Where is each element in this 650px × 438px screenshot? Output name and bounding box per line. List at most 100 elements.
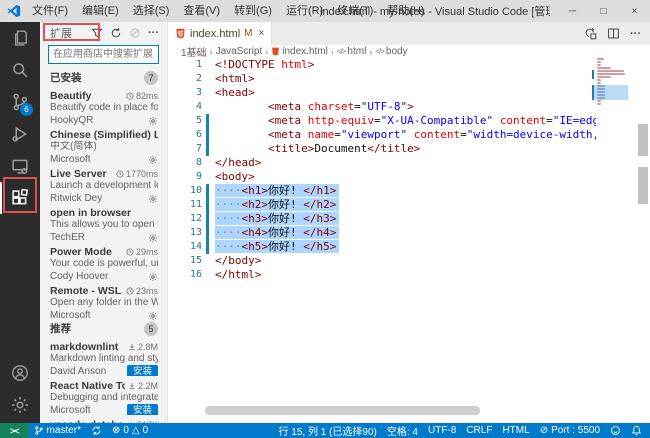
- extension-item[interactable]: Beautify82msBeautify code in place for V…: [40, 86, 167, 125]
- minimap-line: [597, 91, 605, 93]
- source-control-icon[interactable]: 6: [0, 86, 40, 118]
- cursor-position[interactable]: 行 15, 列 1 (已选择90): [274, 423, 382, 438]
- account-icon[interactable]: [0, 357, 40, 389]
- filter-icon[interactable]: [91, 27, 103, 39]
- gutter: [202, 100, 215, 114]
- breadcrumb-separator: ›: [210, 47, 213, 57]
- scrollbar-decoration: [638, 167, 648, 204]
- manage-gear-icon[interactable]: [148, 155, 158, 165]
- encoding[interactable]: UTF-8: [423, 423, 461, 438]
- extensions-sidebar: 扩展 ··· 已安装7Beautify82msBeautify code in …: [40, 22, 168, 423]
- breadcrumb-separator: ›: [331, 47, 334, 57]
- manage-gear-icon[interactable]: [148, 311, 158, 321]
- tab-modified-badge: M: [244, 28, 252, 39]
- git-branch-item[interactable]: master*: [29, 423, 86, 438]
- live-server-port[interactable]: ⊘ Port : 5500: [535, 423, 605, 438]
- install-button[interactable]: 安装: [127, 404, 158, 415]
- extension-name: Beautify: [50, 90, 123, 102]
- refresh-icon[interactable]: [110, 27, 122, 39]
- menu-item-1[interactable]: 编辑(E): [75, 0, 126, 22]
- extension-meta: 2.2M: [128, 381, 158, 391]
- extension-item[interactable]: open in browserThis allows you to open t…: [40, 203, 167, 242]
- selection-highlight: ····<h1>你好! </h1>: [215, 184, 339, 197]
- eol-sequence[interactable]: CRLF: [461, 423, 497, 438]
- minimize-button[interactable]: ─: [557, 0, 588, 22]
- feedback-icon[interactable]: [605, 423, 626, 438]
- manage-gear-icon[interactable]: [148, 233, 158, 243]
- extension-item[interactable]: markdownlint2.8MMarkdown linting and sty…: [40, 337, 167, 376]
- tab-bar: index.html M × ···: [168, 22, 650, 45]
- remote-explorer-icon[interactable]: [0, 150, 40, 182]
- modified-line-indicator: [202, 114, 215, 128]
- menu-item-3[interactable]: 查看(V): [176, 0, 227, 22]
- extension-item[interactable]: Remote - WSL23msOpen any folder in the W…: [40, 281, 167, 320]
- breadcrumb-item-3[interactable]: </>html: [337, 46, 366, 57]
- extension-description: Open any folder in the Wind...: [50, 297, 158, 309]
- minimap[interactable]: [596, 58, 628, 138]
- extension-item[interactable]: Live Server1770msLaunch a development lo…: [40, 164, 167, 203]
- git-branch-icon: [34, 425, 44, 436]
- extension-name: open in browser: [50, 207, 158, 219]
- manage-gear-icon[interactable]: [148, 194, 158, 204]
- install-button[interactable]: 安装: [127, 365, 158, 376]
- code-area[interactable]: 1<!DOCTYPE html>2<html>3<head>4 <meta ch…: [168, 58, 596, 423]
- settings-gear-icon[interactable]: [0, 389, 40, 421]
- menu-item-2[interactable]: 选择(S): [126, 0, 177, 22]
- open-changes-icon[interactable]: [584, 27, 597, 40]
- extension-publisher: TechER: [50, 232, 148, 242]
- extension-item[interactable]: Chinese (Simplified) Lan...中文(简体)Microso…: [40, 125, 167, 164]
- breadcrumb-item-1[interactable]: JavaScript: [216, 46, 263, 57]
- breadcrumb-item-4[interactable]: </>body: [375, 46, 407, 57]
- editor-more-actions-icon[interactable]: ···: [630, 28, 641, 40]
- modified-line-indicator: [202, 226, 215, 240]
- breadcrumb-separator: ›: [369, 47, 372, 57]
- manage-gear-icon[interactable]: [148, 116, 158, 126]
- split-editor-icon[interactable]: [607, 27, 620, 40]
- clock-icon: [126, 248, 134, 256]
- tab-close-icon[interactable]: ×: [258, 28, 264, 39]
- explorer-icon[interactable]: [0, 22, 40, 54]
- notifications-bell-icon[interactable]: [626, 423, 650, 438]
- extension-item[interactable]: vscode-database517K: [40, 415, 167, 423]
- gutter: [202, 72, 215, 86]
- extensions-icon[interactable]: [0, 182, 40, 214]
- extensions-search-input[interactable]: [48, 45, 159, 64]
- run-debug-icon[interactable]: [0, 118, 40, 150]
- code-line-5: 5 <meta http-equiv="X-UA-Compatible" con…: [168, 114, 596, 128]
- more-actions-icon[interactable]: ···: [148, 27, 159, 39]
- extension-description: Beautify code in place for V...: [50, 102, 158, 114]
- vertical-scrollbar[interactable]: [636, 58, 650, 423]
- close-button[interactable]: ×: [619, 0, 650, 22]
- extension-meta: 1770ms: [116, 169, 158, 179]
- tab-index-html[interactable]: index.html M ×: [168, 22, 272, 45]
- breadcrumb-item-2[interactable]: index.html: [271, 46, 328, 57]
- sync-button[interactable]: [86, 423, 107, 438]
- remote-indicator[interactable]: ><: [0, 423, 29, 438]
- extension-publisher: David Anson: [50, 366, 127, 376]
- menu-item-4[interactable]: 转到(G): [227, 0, 279, 22]
- line-number: 2: [168, 72, 202, 86]
- section-header-0[interactable]: 已安装7: [40, 69, 167, 86]
- code-line-15: 15</body>: [168, 254, 596, 268]
- maximize-button[interactable]: □: [588, 0, 619, 22]
- tab-label: index.html: [190, 28, 240, 40]
- minimap-line: [597, 67, 611, 69]
- line-number: 3: [168, 86, 202, 100]
- section-count-badge: 5: [144, 322, 158, 336]
- manage-gear-icon[interactable]: [148, 272, 158, 282]
- search-icon[interactable]: [0, 54, 40, 86]
- indentation[interactable]: 空格: 4: [382, 423, 423, 438]
- problems-item[interactable]: ⊗0 △0: [107, 423, 153, 438]
- breadcrumb-item-0[interactable]: 1基础: [181, 44, 207, 59]
- extension-item[interactable]: React Native Tools2.2MDebugging and inte…: [40, 376, 167, 415]
- language-mode[interactable]: HTML: [497, 423, 534, 438]
- minimap-modified-tick: [592, 97, 594, 100]
- selection-highlight: ····<h5>你好! </h5>: [215, 240, 339, 253]
- minimap-line: [597, 82, 601, 84]
- menu-item-0[interactable]: 文件(F): [25, 0, 75, 22]
- clear-search-icon[interactable]: [129, 27, 141, 39]
- editor-group[interactable]: index.html M × ··· 1基础›JavaScript›index.…: [168, 22, 650, 423]
- extension-item[interactable]: Power Mode29msYour code is powerful, unl…: [40, 242, 167, 281]
- horizontal-scrollbar[interactable]: [205, 406, 480, 415]
- section-header-1[interactable]: 推荐5: [40, 320, 167, 337]
